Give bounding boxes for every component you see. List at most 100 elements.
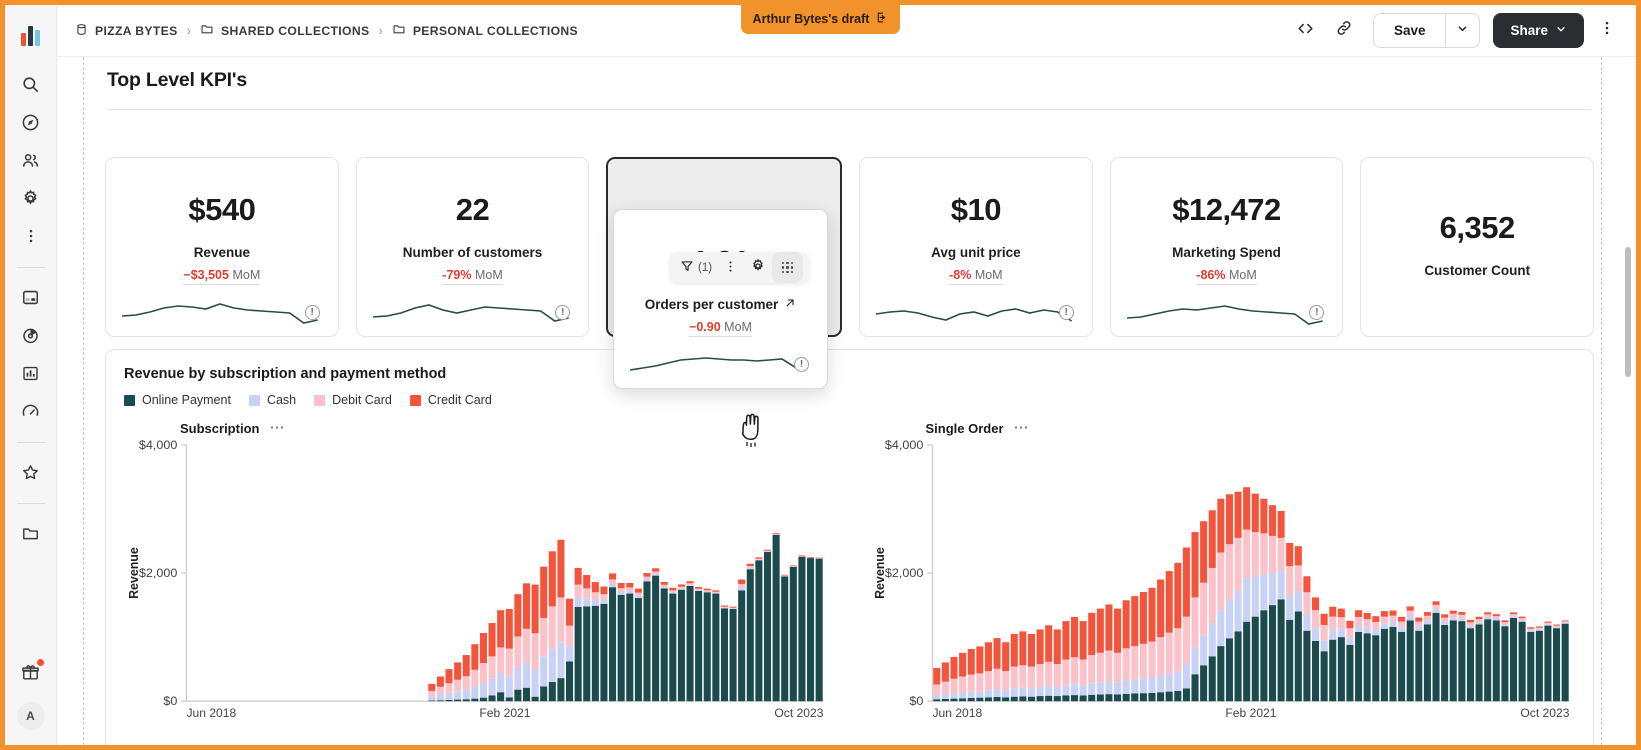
drag-handle-icon bbox=[781, 261, 794, 274]
kpi-card-revenue[interactable]: $540 Revenue −$3,505 MoM ! bbox=[105, 157, 339, 337]
legend-item-debit-card[interactable]: Debit Card bbox=[314, 393, 392, 407]
save-dropdown-button[interactable] bbox=[1445, 14, 1479, 47]
sidebar-item-collections[interactable] bbox=[14, 516, 48, 550]
metabase-logo[interactable] bbox=[14, 19, 48, 53]
legend-item-credit-card[interactable]: Credit Card bbox=[409, 393, 492, 407]
svg-text:$0: $0 bbox=[909, 694, 923, 708]
svg-text:Oct 2023: Oct 2023 bbox=[774, 706, 823, 720]
sidebar-item-people[interactable] bbox=[14, 143, 48, 177]
breadcrumb-item-database[interactable]: PIZZA BYTES bbox=[75, 23, 178, 39]
svg-text:$2,000: $2,000 bbox=[884, 566, 923, 580]
vertical-scrollbar[interactable] bbox=[1625, 247, 1631, 377]
legend-item-cash[interactable]: Cash bbox=[248, 393, 296, 407]
sparkline bbox=[1126, 290, 1327, 336]
facet-title: Single Order bbox=[925, 420, 1004, 436]
facet-plot[interactable]: $0 $2,000 $4,000 Revenue Jun 2018 Feb 2021 Oct… bbox=[124, 439, 830, 727]
sidebar-item-settings[interactable] bbox=[14, 181, 48, 215]
card-filter-button[interactable]: (1) bbox=[676, 255, 716, 280]
facet-plot[interactable]: $0 $2,000 $4,000 Revenue Jun 2018 Feb 2021 Oct… bbox=[870, 439, 1576, 727]
ellipsis-icon[interactable]: ⋯ bbox=[269, 420, 285, 435]
kpi-delta-suffix: MoM bbox=[1228, 268, 1257, 282]
kpi-card-marketing-spend[interactable]: $12,472 Marketing Spend -86% MoM ! bbox=[1109, 157, 1344, 337]
kpi-delta-value: −$3,505 bbox=[183, 268, 229, 282]
card-settings-button[interactable] bbox=[745, 255, 770, 280]
save-button-group: Save bbox=[1372, 13, 1481, 48]
kpi-card-number-of-customers[interactable]: 22 Number of customers -79% MoM ! bbox=[355, 157, 590, 337]
kpi-row: $540 Revenue −$3,505 MoM ! 22 Number of … bbox=[105, 157, 1595, 337]
filter-icon bbox=[680, 259, 694, 276]
warning-icon[interactable]: ! bbox=[1058, 305, 1074, 320]
share-link-button[interactable] bbox=[1327, 14, 1361, 48]
breadcrumb-item-personal-collections[interactable]: PERSONAL COLLECTIONS bbox=[392, 22, 578, 39]
save-button[interactable]: Save bbox=[1374, 14, 1446, 47]
legend-label: Online Payment bbox=[142, 393, 231, 407]
svg-text:Oct 2023: Oct 2023 bbox=[1520, 706, 1569, 720]
embed-code-button[interactable] bbox=[1289, 14, 1323, 48]
kpi-delta: -79% MoM bbox=[442, 268, 503, 285]
svg-text:$0: $0 bbox=[163, 694, 177, 708]
sidebar-item-search[interactable] bbox=[14, 67, 48, 101]
pie-chart-icon bbox=[21, 326, 40, 345]
sidebar-item-account[interactable]: A bbox=[14, 699, 48, 733]
more-vertical-icon bbox=[22, 227, 40, 245]
kpi-delta-suffix: MoM bbox=[724, 320, 752, 334]
logo-bars-icon bbox=[21, 26, 40, 46]
search-icon bbox=[21, 75, 40, 94]
bar-chart-icon bbox=[21, 364, 40, 383]
breadcrumb-label: PERSONAL COLLECTIONS bbox=[412, 23, 579, 38]
sidebar-item-whats-new[interactable] bbox=[14, 655, 48, 689]
legend-label: Debit Card bbox=[332, 393, 392, 407]
kpi-value: $10 bbox=[950, 192, 1002, 227]
card-more-button[interactable] bbox=[718, 255, 743, 280]
kpi-value: 22 bbox=[455, 192, 490, 227]
topbar-more-button[interactable] bbox=[1592, 14, 1622, 48]
share-button[interactable]: Share bbox=[1493, 13, 1584, 48]
chevron-down-icon bbox=[1555, 23, 1567, 38]
svg-text:$4,000: $4,000 bbox=[139, 439, 178, 452]
more-vertical-icon bbox=[723, 259, 738, 277]
breadcrumb-separator: › bbox=[186, 23, 191, 38]
code-brackets-icon bbox=[1296, 19, 1315, 43]
sidebar-item-pie-chart[interactable] bbox=[14, 318, 48, 352]
chart-title: Revenue by subscription and payment meth… bbox=[124, 366, 447, 382]
kpi-delta-value: −0.90 bbox=[689, 320, 721, 334]
chart-card[interactable]: Revenue by subscription and payment meth… bbox=[105, 349, 1594, 745]
warning-icon[interactable]: ! bbox=[304, 305, 320, 320]
gauge-icon bbox=[21, 402, 40, 421]
compass-icon bbox=[21, 113, 40, 132]
sidebar-item-dashboard[interactable] bbox=[14, 280, 48, 314]
sidebar-item-bar-chart[interactable] bbox=[14, 356, 48, 390]
dashboard-icon bbox=[21, 288, 40, 307]
draft-badge-label: Arthur Bytes's draft bbox=[752, 12, 870, 26]
kpi-delta-suffix: MoM bbox=[974, 268, 1003, 282]
breadcrumb-label: SHARED COLLECTIONS bbox=[220, 23, 370, 38]
sidebar-item-more[interactable] bbox=[14, 219, 48, 253]
sidebar-item-gauge[interactable] bbox=[14, 394, 48, 428]
sidebar-item-browse[interactable] bbox=[14, 105, 48, 139]
more-vertical-icon bbox=[1598, 19, 1616, 42]
legend-item-online-payment[interactable]: Online Payment bbox=[124, 393, 231, 407]
draft-status-badge[interactable]: Arthur Bytes's draft bbox=[740, 5, 901, 34]
breadcrumb-item-shared-collections[interactable]: SHARED COLLECTIONS bbox=[200, 22, 370, 39]
chart-legend: Online Payment Cash Debit Card Credit Ca… bbox=[124, 393, 1575, 407]
sidebar-divider-1 bbox=[16, 267, 45, 268]
share-button-label: Share bbox=[1510, 23, 1548, 38]
kpi-value: 6,352 bbox=[1439, 210, 1516, 245]
gear-icon bbox=[750, 258, 766, 277]
gear-icon bbox=[21, 189, 40, 208]
card-drag-handle[interactable] bbox=[772, 252, 804, 283]
sidebar-item-bookmarks[interactable] bbox=[14, 455, 48, 489]
people-icon bbox=[21, 151, 40, 170]
dragged-kpi-card[interactable]: 1.91 Orders per customer −0.90 MoM ! bbox=[613, 209, 828, 389]
breadcrumb: PIZZA BYTES › SHARED COLLECTIONS › PERSO… bbox=[75, 22, 578, 39]
kpi-card-avg-unit-price[interactable]: $10 Avg unit price -8% MoM ! bbox=[859, 157, 1093, 337]
card-filter-count: (1) bbox=[698, 261, 713, 274]
app-window: A PIZZA BYTES › SHARED COLLECTIONS › PER… bbox=[0, 0, 1641, 750]
sparkline bbox=[876, 290, 1076, 336]
ellipsis-icon[interactable]: ⋯ bbox=[1014, 420, 1030, 435]
kpi-label: Marketing Spend bbox=[1172, 245, 1281, 260]
kpi-delta-value: -79% bbox=[442, 268, 472, 282]
kpi-card-customer-count[interactable]: 6,352 Customer Count bbox=[1360, 157, 1595, 337]
kpi-label: Customer Count bbox=[1424, 263, 1531, 278]
warning-icon[interactable]: ! bbox=[794, 357, 809, 372]
